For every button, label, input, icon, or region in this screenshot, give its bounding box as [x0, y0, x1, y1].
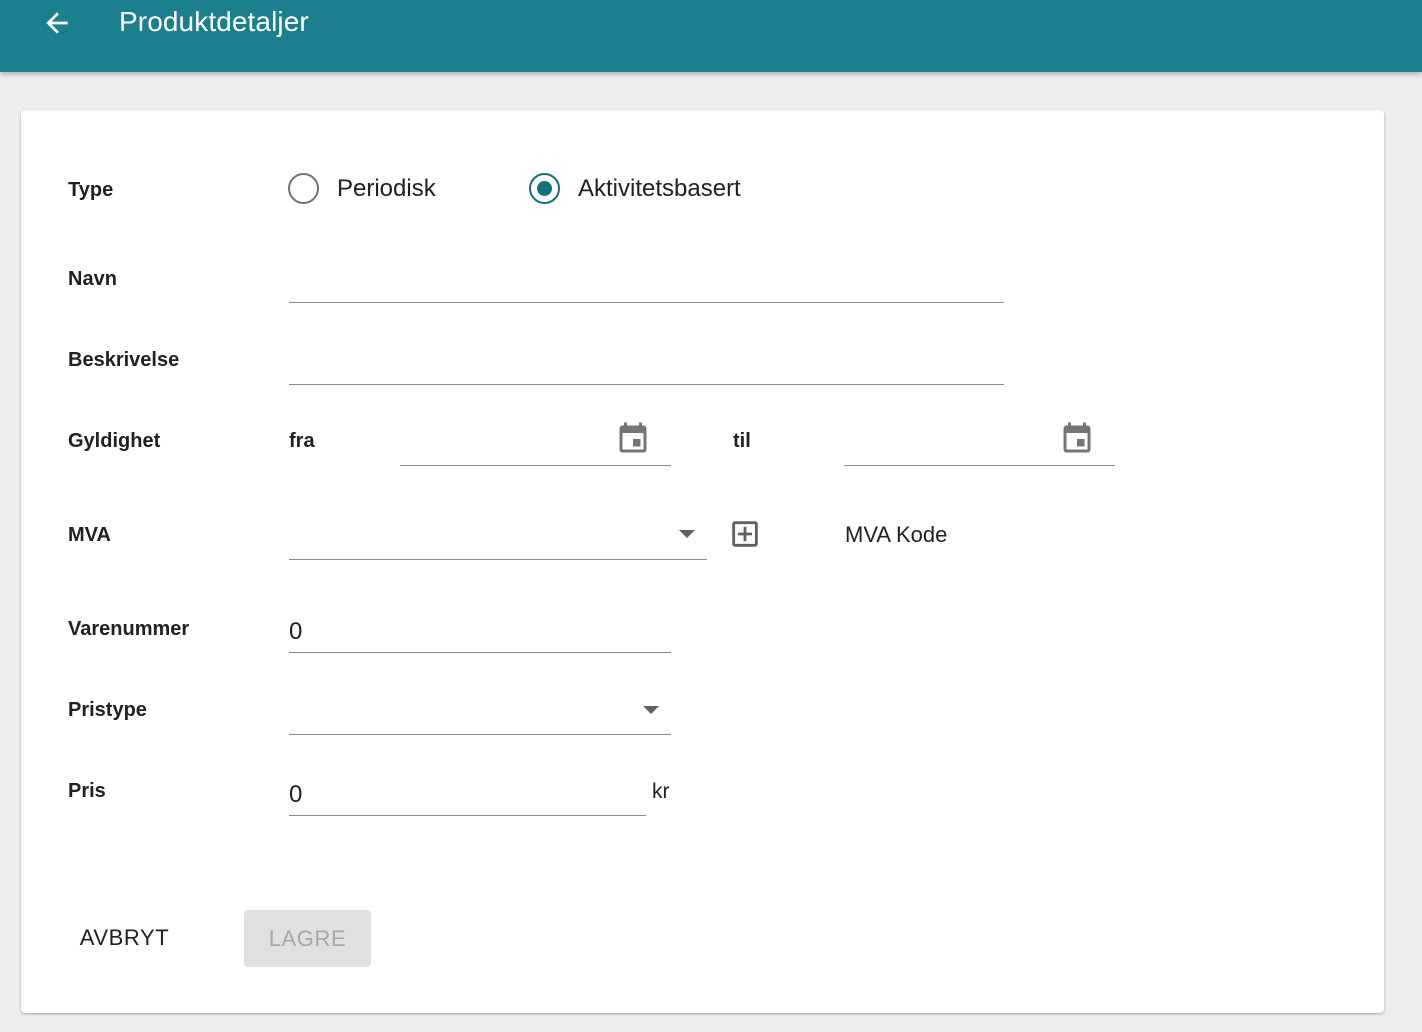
radio-unchecked-icon	[288, 173, 319, 204]
arrow-left-icon	[46, 12, 68, 34]
radio-label-aktivitetsbasert: Aktivitetsbasert	[578, 174, 741, 202]
item-number-field	[289, 608, 671, 653]
add-vat-button[interactable]	[726, 515, 764, 553]
type-label: Type	[68, 179, 114, 201]
validity-from-date-button[interactable]	[614, 420, 652, 458]
radio-dot	[537, 181, 552, 196]
price-label: Pris	[68, 780, 106, 802]
validity-to-date-button[interactable]	[1058, 420, 1096, 458]
calendar-icon	[1063, 422, 1091, 453]
save-button[interactable]: LAGRE	[244, 910, 371, 967]
name-field	[289, 260, 1004, 303]
validity-to-input[interactable]	[844, 431, 1054, 459]
vat-select[interactable]	[289, 510, 707, 560]
price-input[interactable]	[289, 781, 646, 809]
price-type-label: Pristype	[68, 699, 147, 721]
vat-code-label: MVA Kode	[845, 522, 948, 547]
description-label: Beskrivelse	[68, 349, 180, 371]
radio-option-periodisk[interactable]: Periodisk	[288, 173, 436, 204]
caret-down-icon	[679, 530, 695, 538]
price-type-select[interactable]	[289, 686, 671, 735]
product-details-card: Type Periodisk Aktivitetsbasert Navn Bes…	[21, 110, 1384, 1013]
name-label: Navn	[68, 268, 117, 290]
radio-label-periodisk: Periodisk	[337, 174, 436, 202]
app-bar: Produktdetaljer	[0, 0, 1422, 72]
plus-box-icon	[732, 521, 758, 547]
cancel-button[interactable]: AVBRYT	[66, 909, 183, 966]
validity-from-input[interactable]	[400, 431, 610, 459]
description-input[interactable]	[289, 350, 1004, 378]
validity-from-label: fra	[289, 430, 315, 452]
calendar-icon	[619, 422, 647, 453]
back-button[interactable]	[36, 2, 78, 44]
validity-label: Gyldighet	[68, 430, 161, 452]
validity-to-label: til	[733, 430, 751, 452]
price-unit: kr	[652, 780, 670, 803]
caret-down-icon	[643, 706, 659, 714]
description-field	[289, 342, 1004, 385]
radio-option-aktivitetsbasert[interactable]: Aktivitetsbasert	[529, 173, 741, 204]
page-title: Produktdetaljer	[119, 6, 309, 37]
radio-checked-icon	[529, 173, 560, 204]
price-field	[289, 770, 646, 816]
item-number-input[interactable]	[289, 618, 671, 646]
vat-label: MVA	[68, 524, 111, 546]
item-number-label: Varenummer	[68, 618, 190, 640]
name-input[interactable]	[289, 268, 1004, 296]
